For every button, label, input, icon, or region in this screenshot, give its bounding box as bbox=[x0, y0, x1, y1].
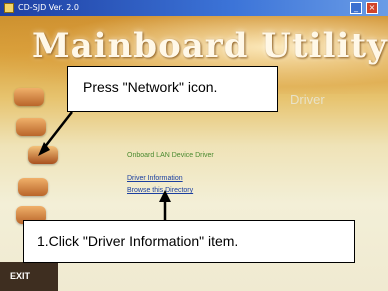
arrow-to-driver-head bbox=[159, 190, 171, 202]
arrow-to-network-line bbox=[43, 111, 73, 149]
annotation-arrows bbox=[38, 111, 171, 220]
